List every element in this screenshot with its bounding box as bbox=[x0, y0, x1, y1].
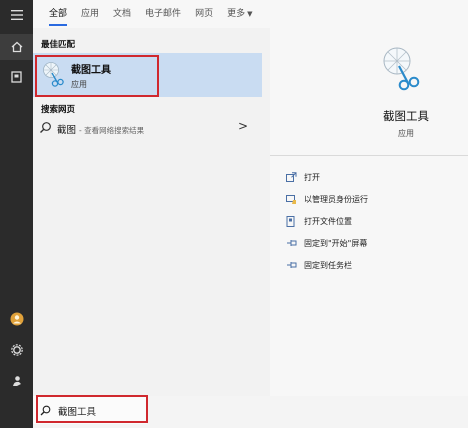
action-run-as-admin[interactable]: 以管理员身份运行 bbox=[285, 190, 368, 208]
tab-web[interactable]: 网页 bbox=[195, 0, 213, 28]
user-icon[interactable] bbox=[0, 368, 33, 394]
tab-apps[interactable]: 应用 bbox=[81, 0, 99, 28]
action-open-file-location[interactable]: 打开文件位置 bbox=[285, 212, 352, 230]
avatar-icon[interactable] bbox=[0, 306, 33, 332]
search-tabs: 全部 应用 文档 电子邮件 网页 更多 ▼ bbox=[33, 0, 468, 28]
detail-pane: 截图工具 应用 打开 以管理员身份运行 打开文件位置 固定到"开始"屏幕 固定到… bbox=[270, 28, 468, 396]
action-pin-to-taskbar-label: 固定到任务栏 bbox=[304, 260, 352, 270]
home-icon[interactable] bbox=[0, 34, 33, 60]
file-location-icon bbox=[285, 215, 297, 227]
action-open-label: 打开 bbox=[304, 172, 320, 182]
results-pane: 最佳匹配 截图工具 应用 搜索网页 截图 - 查看网络搜索结果 > bbox=[33, 28, 262, 396]
action-run-as-admin-label: 以管理员身份运行 bbox=[304, 194, 368, 204]
search-bar: 截图工具 bbox=[33, 395, 468, 428]
action-pin-to-start-label: 固定到"开始"屏幕 bbox=[304, 238, 368, 248]
tab-documents[interactable]: 文档 bbox=[113, 0, 131, 28]
settings-gear-icon[interactable] bbox=[0, 337, 33, 363]
run-as-admin-icon bbox=[285, 193, 297, 205]
open-icon bbox=[285, 171, 297, 183]
document-icon[interactable] bbox=[0, 64, 33, 90]
detail-subtitle: 应用 bbox=[398, 129, 414, 138]
hamburger-menu-icon[interactable] bbox=[0, 2, 33, 28]
detail-title: 截图工具 bbox=[383, 109, 429, 123]
snipping-tool-large-icon bbox=[383, 47, 420, 91]
web-search-header: 搜索网页 bbox=[41, 105, 76, 115]
pin-taskbar-icon bbox=[285, 259, 297, 271]
divider bbox=[270, 155, 468, 156]
best-match-header: 最佳匹配 bbox=[41, 40, 76, 50]
tab-more[interactable]: 更多 ▼ bbox=[227, 0, 252, 28]
red-highlight-box bbox=[36, 395, 148, 423]
web-search-query-text: 截图 bbox=[57, 125, 77, 136]
navigation-rail bbox=[0, 0, 33, 428]
action-pin-to-taskbar[interactable]: 固定到任务栏 bbox=[285, 256, 352, 274]
pin-start-icon bbox=[285, 237, 297, 249]
web-search-result[interactable]: 截图 - 查看网络搜索结果 > bbox=[33, 116, 262, 140]
chevron-down-icon: ▼ bbox=[247, 10, 253, 18]
action-pin-to-start[interactable]: 固定到"开始"屏幕 bbox=[285, 234, 367, 252]
search-icon bbox=[40, 122, 51, 133]
action-open[interactable]: 打开 bbox=[285, 168, 320, 186]
chevron-right-icon[interactable]: > bbox=[238, 119, 248, 133]
tab-email[interactable]: 电子邮件 bbox=[145, 0, 181, 28]
action-open-file-location-label: 打开文件位置 bbox=[304, 216, 352, 226]
tab-more-label: 更多 bbox=[227, 9, 246, 19]
red-highlight-box bbox=[35, 55, 159, 97]
web-search-query: 截图 - 查看网络搜索结果 bbox=[57, 122, 144, 136]
tab-all[interactable]: 全部 bbox=[49, 0, 68, 28]
web-search-hint: - 查看网络搜索结果 bbox=[79, 126, 145, 135]
